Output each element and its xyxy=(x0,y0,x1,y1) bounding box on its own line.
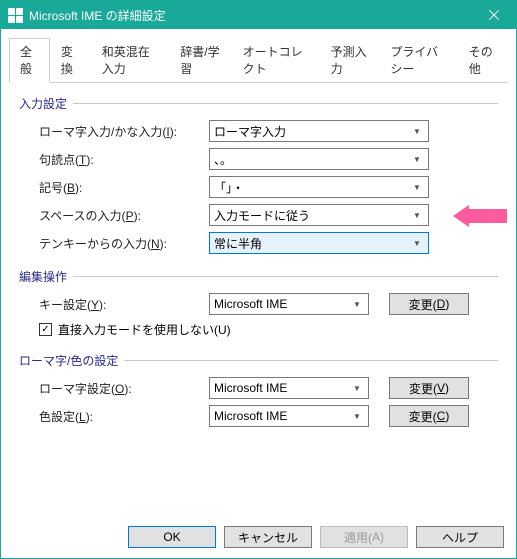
dropdown-value: Microsoft IME xyxy=(214,409,350,423)
close-button[interactable] xyxy=(471,1,516,29)
tab-3[interactable]: 辞書/学習 xyxy=(169,38,231,83)
group-edit-operations: 編集操作 キー設定(Y):Microsoft IME▼変更(D) ✓ 直接入力モ… xyxy=(19,268,498,338)
group-title-text: 入力設定 xyxy=(19,95,67,112)
chevron-down-icon: ▼ xyxy=(350,384,364,393)
dropdown-value: 常に半角 xyxy=(214,235,410,252)
tab-2[interactable]: 和英混在入力 xyxy=(91,38,170,83)
settings-row: ローマ字入力/かな入力(I):ローマ字入力▼ xyxy=(19,120,498,142)
dropdown[interactable]: 、。▼ xyxy=(209,148,429,170)
settings-row: 句読点(T):、。▼ xyxy=(19,148,498,170)
cancel-button[interactable]: キャンセル xyxy=(224,526,312,548)
window-title: Microsoft IME の詳細設定 xyxy=(29,7,471,24)
close-icon xyxy=(489,10,499,20)
group-title-text: 編集操作 xyxy=(19,268,67,285)
chevron-down-icon: ▼ xyxy=(350,300,364,309)
row-label: キー設定(Y): xyxy=(39,296,209,313)
settings-row: キー設定(Y):Microsoft IME▼変更(D) xyxy=(19,293,498,315)
change-button[interactable]: 変更(C) xyxy=(389,405,469,427)
row-label: ローマ字入力/かな入力(I): xyxy=(39,123,209,140)
tab-7[interactable]: その他 xyxy=(458,38,508,83)
dropdown-value: ローマ字入力 xyxy=(214,123,410,140)
settings-row: スペースの入力(P):入力モードに従う▼ xyxy=(19,204,498,226)
group-romaji-color: ローマ字/色の設定 ローマ字設定(O):Microsoft IME▼変更(V)色… xyxy=(19,352,498,427)
direct-input-checkbox[interactable]: ✓ xyxy=(39,323,52,336)
tab-0[interactable]: 全般 xyxy=(9,38,50,83)
group-title: 入力設定 xyxy=(19,95,498,112)
divider xyxy=(73,103,498,104)
divider xyxy=(73,276,498,277)
arrow-head-icon xyxy=(453,205,469,227)
group-title: ローマ字/色の設定 xyxy=(19,352,498,369)
titlebar: Microsoft IME の詳細設定 xyxy=(1,1,516,29)
group-title: 編集操作 xyxy=(19,268,498,285)
settings-row: ローマ字設定(O):Microsoft IME▼変更(V) xyxy=(19,377,498,399)
dropdown[interactable]: Microsoft IME▼ xyxy=(209,405,369,427)
row-label: 色設定(L): xyxy=(39,408,209,425)
group-input-settings: 入力設定 ローマ字入力/かな入力(I):ローマ字入力▼句読点(T):、。▼記号(… xyxy=(19,95,498,254)
dropdown-value: Microsoft IME xyxy=(214,381,350,395)
checkbox-row: ✓ 直接入力モードを使用しない(U) xyxy=(19,321,498,338)
tab-4[interactable]: オートコレクト xyxy=(232,38,320,83)
dialog-window: Microsoft IME の詳細設定 全般変換和英混在入力辞書/学習オートコレ… xyxy=(0,0,517,559)
dropdown[interactable]: 常に半角▼ xyxy=(209,232,429,254)
dropdown-value: Microsoft IME xyxy=(214,297,350,311)
chevron-down-icon: ▼ xyxy=(410,239,424,248)
dropdown[interactable]: 「」・▼ xyxy=(209,176,429,198)
tab-5[interactable]: 予測入力 xyxy=(320,38,380,83)
dropdown[interactable]: 入力モードに従う▼ xyxy=(209,204,429,226)
dropdown[interactable]: Microsoft IME▼ xyxy=(209,377,369,399)
apply-button[interactable]: 適用(A) xyxy=(320,526,408,548)
dropdown-value: 、。 xyxy=(214,151,410,168)
app-icon xyxy=(7,7,23,23)
chevron-down-icon: ▼ xyxy=(350,412,364,421)
change-button[interactable]: 変更(D) xyxy=(389,293,469,315)
tab-6[interactable]: プライバシー xyxy=(379,38,457,83)
tab-content: 入力設定 ローマ字入力/かな入力(I):ローマ字入力▼句読点(T):、。▼記号(… xyxy=(1,83,516,516)
ok-button[interactable]: OK xyxy=(128,526,216,548)
dialog-footer: OK キャンセル 適用(A) ヘルプ xyxy=(1,516,516,558)
checkbox-label: 直接入力モードを使用しない(U) xyxy=(58,321,231,338)
dropdown[interactable]: Microsoft IME▼ xyxy=(209,293,369,315)
callout-arrow xyxy=(453,205,509,227)
row-label: ローマ字設定(O): xyxy=(39,380,209,397)
group-title-text: ローマ字/色の設定 xyxy=(19,352,118,369)
row-label: 句読点(T): xyxy=(39,151,209,168)
divider xyxy=(124,360,498,361)
chevron-down-icon: ▼ xyxy=(410,211,424,220)
settings-row: 色設定(L):Microsoft IME▼変更(C) xyxy=(19,405,498,427)
row-label: テンキーからの入力(N): xyxy=(39,235,209,252)
help-button[interactable]: ヘルプ xyxy=(416,526,504,548)
chevron-down-icon: ▼ xyxy=(410,183,424,192)
tab-strip: 全般変換和英混在入力辞書/学習オートコレクト予測入力プライバシーその他 xyxy=(9,37,508,83)
row-label: 記号(B): xyxy=(39,179,209,196)
dropdown-value: 入力モードに従う xyxy=(214,207,410,224)
change-button[interactable]: 変更(V) xyxy=(389,377,469,399)
chevron-down-icon: ▼ xyxy=(410,155,424,164)
dropdown-value: 「」・ xyxy=(214,179,410,196)
settings-row: 記号(B):「」・▼ xyxy=(19,176,498,198)
row-label: スペースの入力(P): xyxy=(39,207,209,224)
arrow-body xyxy=(469,209,507,223)
chevron-down-icon: ▼ xyxy=(410,127,424,136)
dropdown[interactable]: ローマ字入力▼ xyxy=(209,120,429,142)
settings-row: テンキーからの入力(N):常に半角▼ xyxy=(19,232,498,254)
tab-1[interactable]: 変換 xyxy=(50,38,91,83)
